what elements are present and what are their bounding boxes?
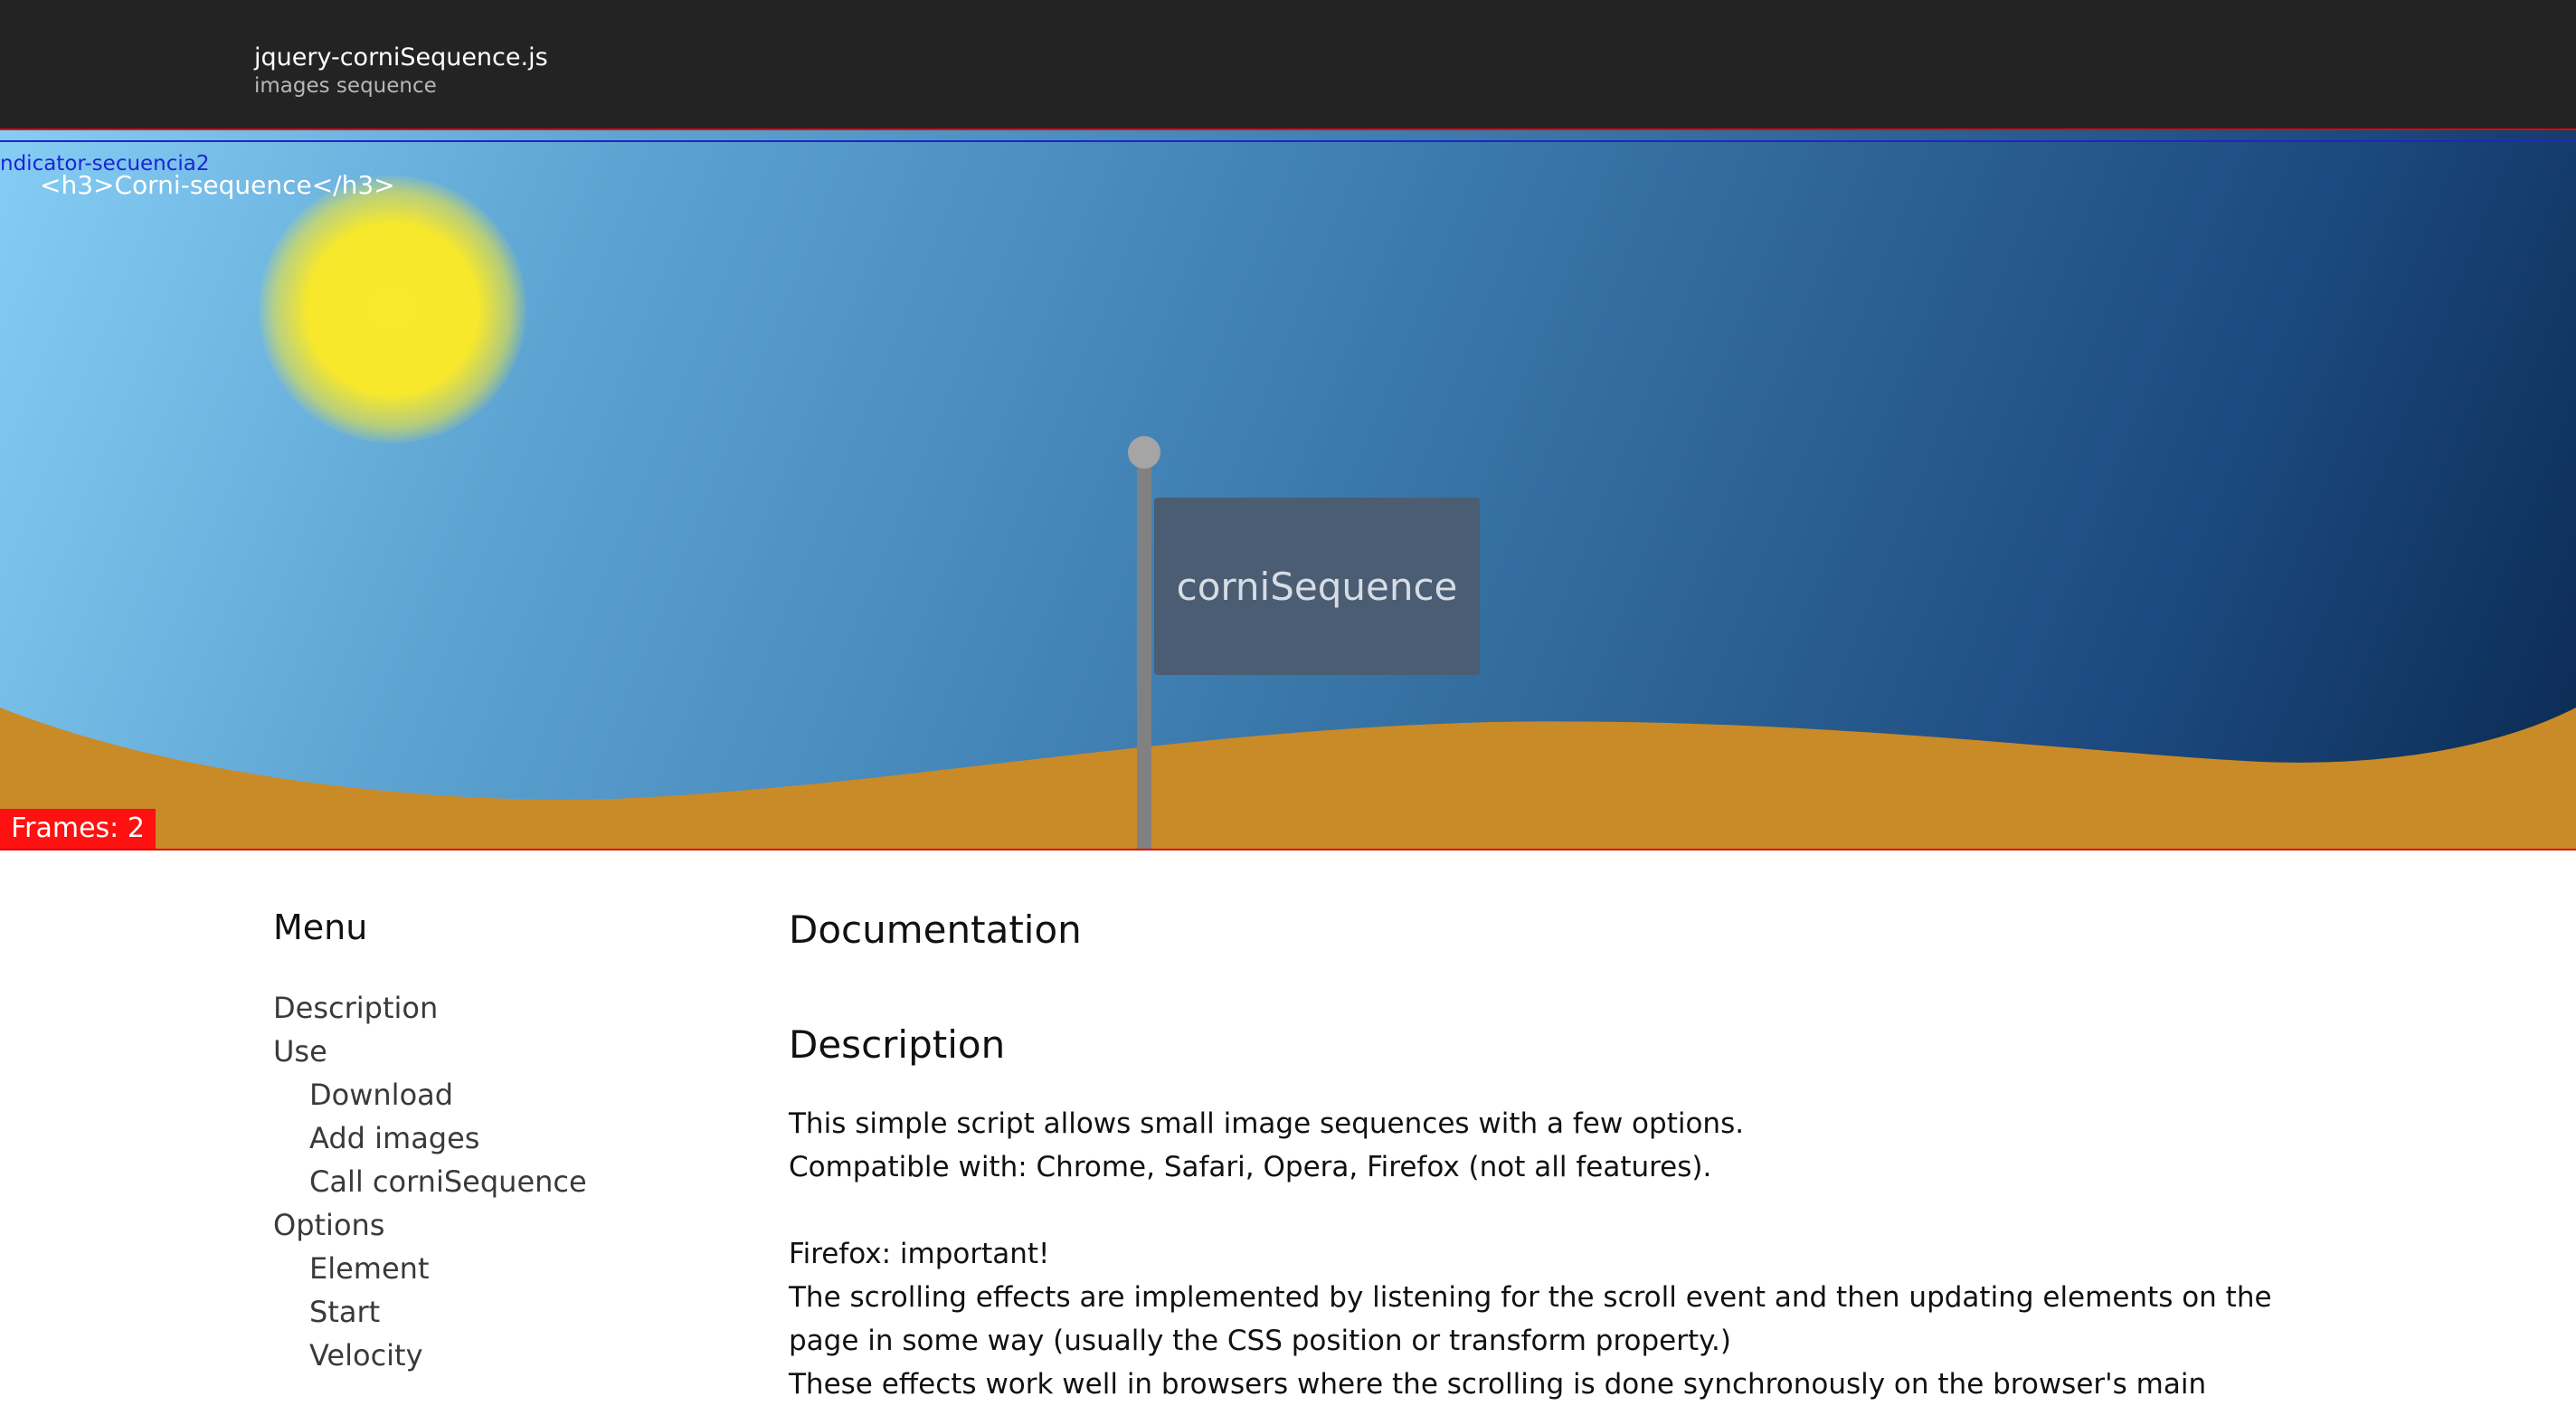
firefox-label: Firefox: [789, 1238, 882, 1270]
menu-item-element[interactable]: Element: [273, 1247, 587, 1290]
flag-banner: corniSequence: [1154, 498, 1480, 675]
scroll-effects-text: The scrolling effects are implemented by…: [789, 1281, 2272, 1357]
frames-badge: Frames: 2: [0, 809, 156, 849]
ground-hill: [0, 708, 2576, 849]
compat-text: Compatible with: Chrome, Safari, Opera, …: [789, 1151, 1712, 1183]
intro-text: This simple script allows small image se…: [789, 1107, 1745, 1140]
menu-item-download[interactable]: Download: [273, 1073, 587, 1116]
menu-item-description[interactable]: Description: [273, 986, 587, 1030]
firefox-note: Firefox: important!: [789, 1232, 2326, 1276]
menu-item-call-cornisequence[interactable]: Call corniSequence: [273, 1160, 587, 1203]
sequence-hero: corniSequence ndicator-secuencia2 <h3>Co…: [0, 128, 2576, 850]
heading-code: <h3>Corni-sequence</h3>: [40, 170, 395, 200]
sidebar-menu: Description Use Download Add images Call…: [273, 986, 587, 1377]
menu-item-use[interactable]: Use: [273, 1030, 587, 1073]
menu-item-velocity[interactable]: Velocity: [273, 1334, 587, 1377]
menu-item-add-images[interactable]: Add images: [273, 1116, 587, 1160]
menu-item-options[interactable]: Options: [273, 1203, 587, 1247]
documentation-title: Documentation: [789, 907, 1082, 952]
flag-pole: [1137, 443, 1151, 849]
site-header: jquery-corniSequence.js images sequence: [0, 0, 2576, 128]
description-content: This simple script allows small image se…: [789, 1102, 2326, 1406]
site-subtitle: images sequence: [254, 74, 437, 98]
menu-title: Menu: [273, 907, 368, 947]
flag-text: corniSequence: [1176, 564, 1458, 609]
description-section-title: Description: [789, 1022, 1006, 1067]
browser-effects-text: These effects work well in browsers wher…: [789, 1368, 2207, 1401]
menu-item-start[interactable]: Start: [273, 1290, 587, 1334]
firefox-suffix: : important!: [881, 1238, 1050, 1270]
flag-pole-top: [1128, 436, 1160, 469]
site-title[interactable]: jquery-corniSequence.js: [254, 43, 548, 71]
